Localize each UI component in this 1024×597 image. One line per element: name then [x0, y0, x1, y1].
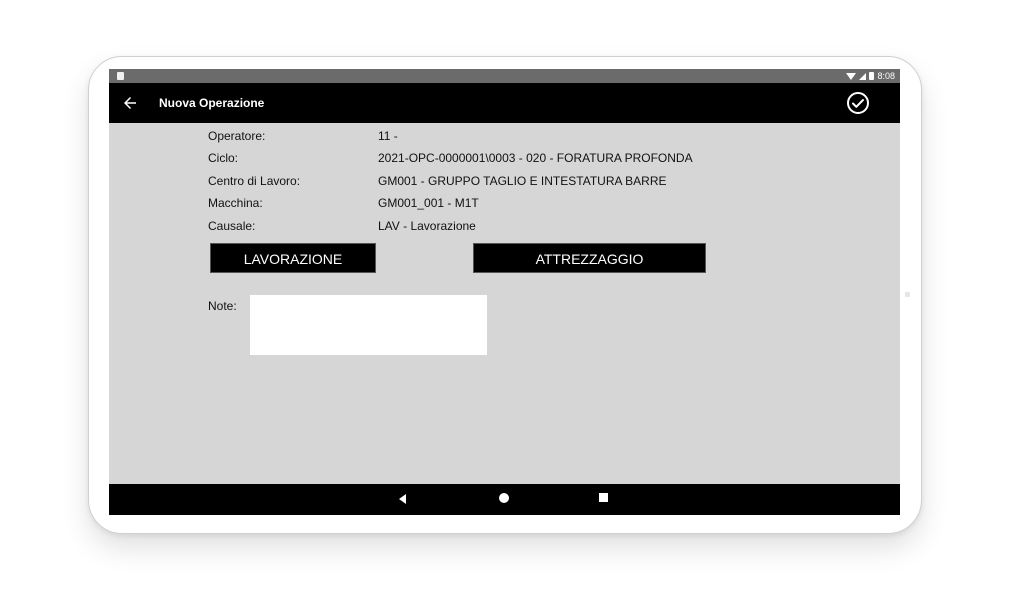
- arrow-left-icon[interactable]: [121, 94, 139, 112]
- check-circle-icon[interactable]: [846, 91, 870, 115]
- form-content: Operatore: 11 - Ciclo: 2021-OPC-0000001\…: [109, 123, 900, 484]
- field-value: LAV - Lavorazione: [378, 219, 476, 233]
- field-value: GM001 - GRUPPO TAGLIO E INTESTATURA BARR…: [378, 174, 667, 188]
- app-bar: Nuova Operazione: [109, 83, 900, 123]
- attrezzaggio-button[interactable]: ATTREZZAGGIO: [473, 243, 706, 273]
- note-field[interactable]: [250, 295, 487, 355]
- wifi-icon: [846, 72, 857, 80]
- nav-home-icon[interactable]: [499, 493, 509, 503]
- status-bar: 8:08: [109, 69, 900, 83]
- status-icons: 8:08: [846, 70, 895, 82]
- nav-recents-icon[interactable]: [599, 493, 608, 502]
- signal-icon: [859, 72, 867, 80]
- field-label: Causale:: [208, 219, 256, 233]
- nav-back-icon[interactable]: [399, 494, 406, 504]
- field-value: GM001_001 - M1T: [378, 196, 479, 210]
- tablet-side-button: [905, 292, 910, 297]
- field-label: Ciclo:: [208, 151, 239, 165]
- note-label: Note:: [208, 299, 237, 313]
- page-title: Nuova Operazione: [159, 96, 265, 110]
- lavorazione-button[interactable]: LAVORAZIONE: [210, 243, 376, 273]
- system-nav-bar: [109, 484, 900, 515]
- field-value: 2021-OPC-0000001\0003 - 020 - FORATURA P…: [378, 151, 693, 165]
- battery-icon: [869, 72, 875, 80]
- device-screen: 8:08 Nuova Operazione Operatore: 11 - Ci…: [109, 69, 900, 515]
- sim-icon: [117, 72, 124, 80]
- status-time: 8:08: [877, 71, 895, 81]
- field-label: Operatore:: [208, 129, 266, 143]
- field-label: Centro di Lavoro:: [208, 174, 301, 188]
- field-label: Macchina:: [208, 196, 263, 210]
- field-value: 11 -: [378, 129, 398, 143]
